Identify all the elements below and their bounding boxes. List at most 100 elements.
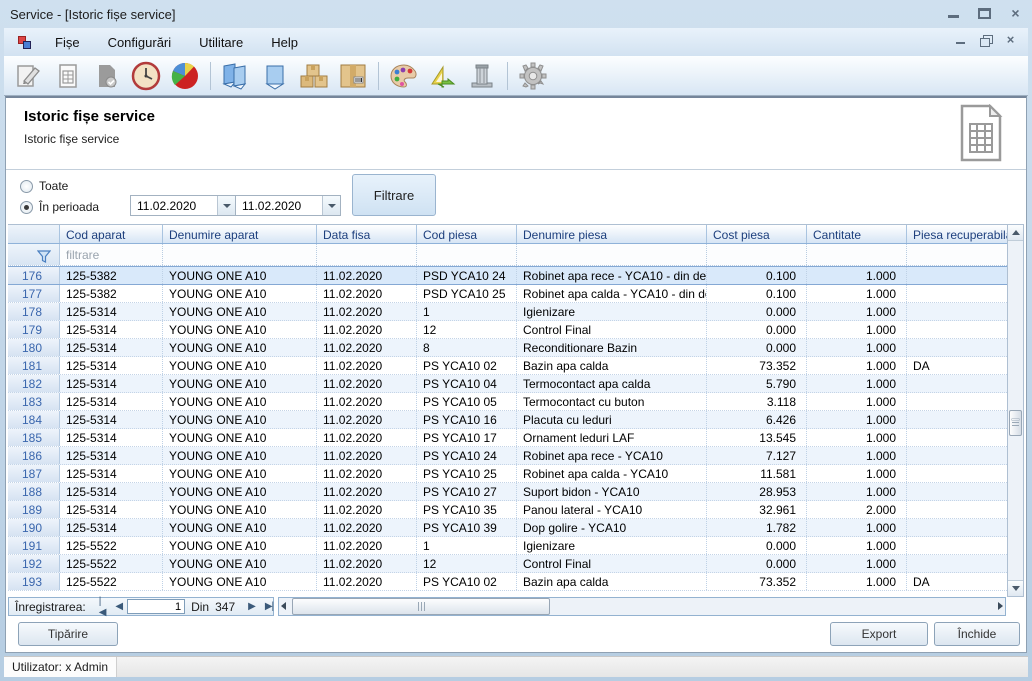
menu-bar: Fișe Configurări Utilitare Help × xyxy=(4,28,1028,56)
date-to-picker[interactable]: 11.02.2020 xyxy=(235,195,341,216)
package-barcode-icon[interactable] xyxy=(336,60,370,92)
cell-cod-aparat: 125-5314 xyxy=(60,393,163,410)
toolbar-separator xyxy=(210,62,211,90)
table-row[interactable]: 192125-5522YOUNG ONE A1011.02.202012Cont… xyxy=(8,555,1007,573)
table-row[interactable]: 180125-5314YOUNG ONE A1011.02.20208Recon… xyxy=(8,339,1007,357)
cell-denumire-piesa: Termocontact cu buton xyxy=(517,393,707,410)
maximize-button[interactable] xyxy=(978,8,991,19)
next-record-button[interactable]: ▶ xyxy=(243,601,260,612)
table-row[interactable]: 183125-5314YOUNG ONE A1011.02.2020PS YCA… xyxy=(8,393,1007,411)
clock-icon[interactable] xyxy=(129,60,163,92)
minimize-button[interactable] xyxy=(947,8,960,19)
table-row[interactable]: 191125-5522YOUNG ONE A1011.02.20201Igien… xyxy=(8,537,1007,555)
filter-input-data-fisa[interactable] xyxy=(317,244,417,265)
scroll-down-icon[interactable] xyxy=(1008,580,1023,596)
record-number-input[interactable] xyxy=(127,599,185,614)
set-square-icon[interactable] xyxy=(426,60,460,92)
filter-input-cost-piesa[interactable] xyxy=(707,244,807,265)
filter-input-denumire-piesa[interactable] xyxy=(517,244,707,265)
filtrare-button[interactable]: Filtrare xyxy=(352,174,436,216)
column-header-cod-piesa[interactable]: Cod piesa xyxy=(417,225,517,243)
pie-chart-icon[interactable] xyxy=(168,60,202,92)
palette-icon[interactable] xyxy=(387,60,421,92)
column-header-piesa-recuperabila[interactable]: Piesa recuperabila xyxy=(907,225,1007,243)
table-row[interactable]: 185125-5314YOUNG ONE A1011.02.2020PS YCA… xyxy=(8,429,1007,447)
child-minimize-button[interactable] xyxy=(955,35,966,45)
menu-configurari[interactable]: Configurări xyxy=(94,30,186,55)
cell-cod-piesa: PSD YCA10 24 xyxy=(417,267,517,284)
cell-cost-piesa: 0.000 xyxy=(707,303,807,320)
table-row[interactable]: 188125-5314YOUNG ONE A1011.02.2020PS YCA… xyxy=(8,483,1007,501)
table-document-icon[interactable] xyxy=(51,60,85,92)
cell-denumire-aparat: YOUNG ONE A10 xyxy=(163,285,317,302)
volume-blue-icon[interactable] xyxy=(258,60,292,92)
scroll-right-icon[interactable] xyxy=(998,602,1003,610)
status-user: Utilizator: x Admin xyxy=(4,657,117,677)
menu-help[interactable]: Help xyxy=(257,30,312,55)
scroll-up-icon[interactable] xyxy=(1008,225,1023,241)
column-header-cantitate[interactable]: Cantitate xyxy=(807,225,907,243)
record-navigator-label: Înregistrarea: xyxy=(9,600,94,614)
radio-toate-circle[interactable] xyxy=(20,180,33,193)
table-row[interactable]: 176125-5382YOUNG ONE A1011.02.2020PSD YC… xyxy=(8,266,1007,285)
radio-in-perioada-circle[interactable] xyxy=(20,201,33,214)
table-row[interactable]: 179125-5314YOUNG ONE A1011.02.202012Cont… xyxy=(8,321,1007,339)
cell-num: 183 xyxy=(8,393,60,410)
horizontal-scrollbar[interactable] xyxy=(278,597,1006,616)
vertical-scrollbar-thumb[interactable] xyxy=(1009,410,1022,436)
table-row[interactable]: 184125-5314YOUNG ONE A1011.02.2020PS YCA… xyxy=(8,411,1007,429)
first-record-button[interactable]: |◀ xyxy=(94,596,111,618)
date-to-dropdown-button[interactable] xyxy=(322,196,340,215)
table-row[interactable]: 187125-5314YOUNG ONE A1011.02.2020PS YCA… xyxy=(8,465,1007,483)
child-close-button[interactable]: × xyxy=(1005,35,1016,45)
cell-cod-piesa: PS YCA10 27 xyxy=(417,483,517,500)
table-row[interactable]: 177125-5382YOUNG ONE A1011.02.2020PSD YC… xyxy=(8,285,1007,303)
table-row[interactable]: 182125-5314YOUNG ONE A1011.02.2020PS YCA… xyxy=(8,375,1007,393)
radio-in-perioada[interactable]: În perioada xyxy=(20,200,99,214)
column-header-cost-piesa[interactable]: Cost piesa xyxy=(707,225,807,243)
window-title: Service - [Istoric fișe service] xyxy=(10,7,175,22)
table-row[interactable]: 190125-5314YOUNG ONE A1011.02.2020PS YCA… xyxy=(8,519,1007,537)
column-header-denumire-piesa[interactable]: Denumire piesa xyxy=(517,225,707,243)
date-from-dropdown-button[interactable] xyxy=(217,196,235,215)
table-row[interactable]: 186125-5314YOUNG ONE A1011.02.2020PS YCA… xyxy=(8,447,1007,465)
cell-denumire-aparat: YOUNG ONE A10 xyxy=(163,411,317,428)
export-button[interactable]: Export xyxy=(830,622,928,646)
last-record-button[interactable]: ▶| xyxy=(260,601,278,612)
radio-toate[interactable]: Toate xyxy=(20,179,68,193)
column-header-denumire-aparat[interactable]: Denumire aparat xyxy=(163,225,317,243)
chevron-down-icon xyxy=(223,204,231,208)
document-check-icon[interactable] xyxy=(90,60,124,92)
table-row[interactable]: 193125-5522YOUNG ONE A1011.02.2020PS YCA… xyxy=(8,573,1007,591)
packages-icon[interactable] xyxy=(297,60,331,92)
filter-input-denumire-aparat[interactable] xyxy=(163,244,317,265)
tiparire-button[interactable]: Tipărire xyxy=(18,622,118,646)
filter-input-cantitate[interactable] xyxy=(807,244,907,265)
cell-cod-aparat: 125-5522 xyxy=(60,573,163,590)
cell-cod-piesa: 8 xyxy=(417,339,517,356)
vertical-scrollbar[interactable] xyxy=(1007,224,1024,597)
inchide-button[interactable]: Închide xyxy=(934,622,1020,646)
date-from-picker[interactable]: 11.02.2020 xyxy=(130,195,236,216)
table-row[interactable]: 181125-5314YOUNG ONE A1011.02.2020PS YCA… xyxy=(8,357,1007,375)
close-button[interactable]: × xyxy=(1009,8,1022,19)
table-row[interactable]: 189125-5314YOUNG ONE A1011.02.2020PS YCA… xyxy=(8,501,1007,519)
filter-input-cod-piesa[interactable] xyxy=(417,244,517,265)
gear-icon[interactable] xyxy=(516,60,550,92)
menu-fise[interactable]: Fișe xyxy=(41,30,94,55)
chevron-down-icon xyxy=(328,204,336,208)
filter-funnel-icon[interactable] xyxy=(8,244,60,265)
filter-input-piesa-recuperabila[interactable] xyxy=(907,244,1007,265)
building-icon[interactable] xyxy=(465,60,499,92)
previous-record-button[interactable]: ◀ xyxy=(110,601,127,612)
table-row[interactable]: 178125-5314YOUNG ONE A1011.02.20201Igien… xyxy=(8,303,1007,321)
volumes-blue-icon[interactable] xyxy=(219,60,253,92)
filter-input-cod-aparat[interactable]: filtrare xyxy=(60,244,163,265)
horizontal-scrollbar-thumb[interactable] xyxy=(292,598,550,615)
child-restore-button[interactable] xyxy=(980,35,991,45)
column-header-cod-aparat[interactable]: Cod aparat xyxy=(60,225,163,243)
scroll-left-icon[interactable] xyxy=(281,602,286,610)
column-header-data-fisa[interactable]: Data fisa xyxy=(317,225,417,243)
edit-document-icon[interactable] xyxy=(12,60,46,92)
menu-utilitare[interactable]: Utilitare xyxy=(185,30,257,55)
